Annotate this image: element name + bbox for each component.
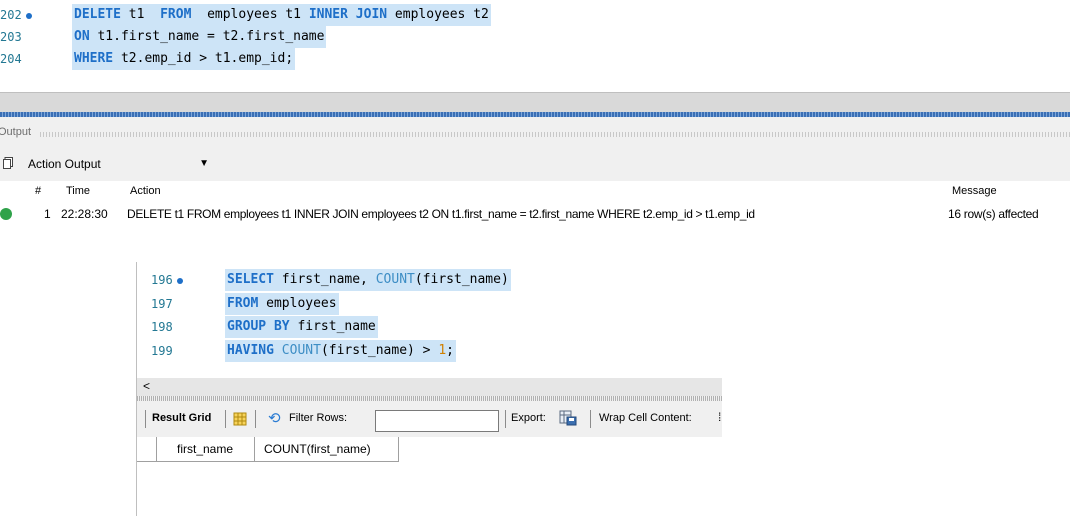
output-type-dropdown[interactable]: Action Output ▼ (22, 154, 217, 174)
sql-text: employees t2 (387, 7, 489, 22)
output-table-header: # Time Action Message (0, 181, 1070, 201)
sql-keyword: DELETE (74, 7, 121, 22)
sql-keyword: SELECT (227, 272, 274, 287)
statement-marker-icon (176, 277, 183, 284)
copy-icon[interactable] (3, 157, 13, 169)
sql-keyword: GROUP BY (227, 319, 290, 334)
code-text: DELETE t1 FROM employees t1 INNER JOIN e… (72, 4, 491, 26)
horizontal-scrollbar[interactable] (0, 92, 1070, 113)
line-number: 202 (0, 4, 40, 26)
separator (590, 410, 591, 428)
separator (255, 410, 256, 428)
sql-text: ; (446, 342, 454, 358)
success-check-icon (0, 208, 12, 220)
sql-keyword: FROM (160, 7, 192, 22)
sql-editor-inner[interactable]: 196 SELECT first_name, COUNT(first_name) 1… (136, 262, 727, 516)
code-text: WHERE t2.emp_id > t1.emp_id; (72, 48, 296, 70)
row-num: 1 (44, 207, 51, 221)
grid-form-icon[interactable] (233, 412, 247, 426)
result-grid-header: first_name COUNT(first_name) (137, 437, 399, 462)
output-toolbar: Action Output ▼ (0, 147, 1070, 181)
row-selector-header[interactable] (137, 437, 157, 461)
line-number: 199 (151, 343, 173, 358)
row-message: 16 row(s) affected (948, 207, 1039, 221)
code-text: ON t1.first_name = t2.first_name (72, 26, 327, 48)
sql-text: first_name, (273, 272, 376, 287)
line-number: 198 (151, 320, 173, 334)
output-row[interactable]: 1 22:28:30 DELETE t1 FROM employees t1 I… (0, 203, 1070, 225)
column-header-action[interactable]: Action (130, 185, 161, 197)
sql-text: (first_name) (414, 272, 509, 287)
separator (145, 410, 146, 428)
line-number: 196 (151, 269, 191, 291)
statement-marker-icon (25, 12, 32, 19)
inner-horizontal-scrollbar[interactable]: < (137, 378, 722, 396)
sql-keyword: ON (74, 29, 90, 44)
export-label: Export: (511, 412, 546, 424)
sql-text: employees (258, 295, 337, 311)
code-text: FROM employees (225, 292, 339, 315)
sql-text: first_name (289, 319, 376, 334)
chevron-down-icon: ▼ (199, 158, 209, 169)
result-grid-toolbar: Result Grid ⟲ Filter Rows: Export: Wrap … (137, 401, 722, 437)
line-number: 197 (151, 296, 173, 311)
separator (225, 410, 226, 428)
sql-keyword: HAVING (227, 342, 274, 358)
output-panel-title: Output (0, 126, 32, 138)
sql-function: COUNT (281, 342, 321, 358)
header-grip (40, 132, 1070, 137)
wrap-toggle-icon[interactable]: ⁞ (718, 410, 721, 424)
sql-keyword: WHERE (74, 51, 114, 66)
sql-function: COUNT (375, 272, 415, 287)
wrap-cell-content-label: Wrap Cell Content: (599, 412, 692, 424)
scroll-left-icon[interactable]: < (143, 379, 150, 393)
sql-keyword: FROM (227, 295, 259, 311)
row-time: 22:28:30 (61, 207, 108, 221)
result-grid-tab[interactable]: Result Grid (152, 412, 211, 424)
code-text: SELECT first_name, COUNT(first_name) (225, 269, 511, 291)
line-number: 204 (0, 52, 22, 66)
filter-rows-label: Filter Rows: (289, 412, 348, 424)
column-header-time[interactable]: Time (66, 185, 90, 197)
sql-editor-top[interactable]: 202 DELETE t1 FROM employees t1 INNER JOI… (0, 0, 1070, 94)
grid-column-header[interactable]: COUNT(first_name) (255, 437, 399, 461)
refresh-icon[interactable]: ⟲ (268, 409, 281, 427)
separator (505, 410, 506, 428)
sql-text: t1 (120, 7, 161, 22)
output-panel-header: Output (0, 117, 1070, 147)
sql-text: t1.first_name = t2.first_name (89, 29, 325, 44)
sql-number: 1 (438, 342, 447, 358)
filter-rows-input[interactable] (375, 410, 499, 432)
sql-text: t2.emp_id > t1.emp_id; (113, 51, 294, 66)
sql-keyword: INNER JOIN (308, 7, 388, 22)
line-number: 203 (0, 30, 22, 44)
row-action: DELETE t1 FROM employees t1 INNER JOIN e… (127, 207, 755, 221)
dropdown-value: Action Output (28, 157, 101, 171)
code-text: HAVING COUNT(first_name) > 1; (225, 339, 456, 362)
column-header-num[interactable]: # (35, 185, 41, 197)
sql-text: (first_name) > (320, 342, 439, 358)
sql-text: employees t1 (191, 7, 309, 22)
column-header-message[interactable]: Message (952, 185, 997, 197)
export-icon[interactable] (559, 410, 577, 426)
code-text: GROUP BY first_name (225, 316, 378, 338)
grid-column-header[interactable]: first_name (157, 437, 255, 461)
